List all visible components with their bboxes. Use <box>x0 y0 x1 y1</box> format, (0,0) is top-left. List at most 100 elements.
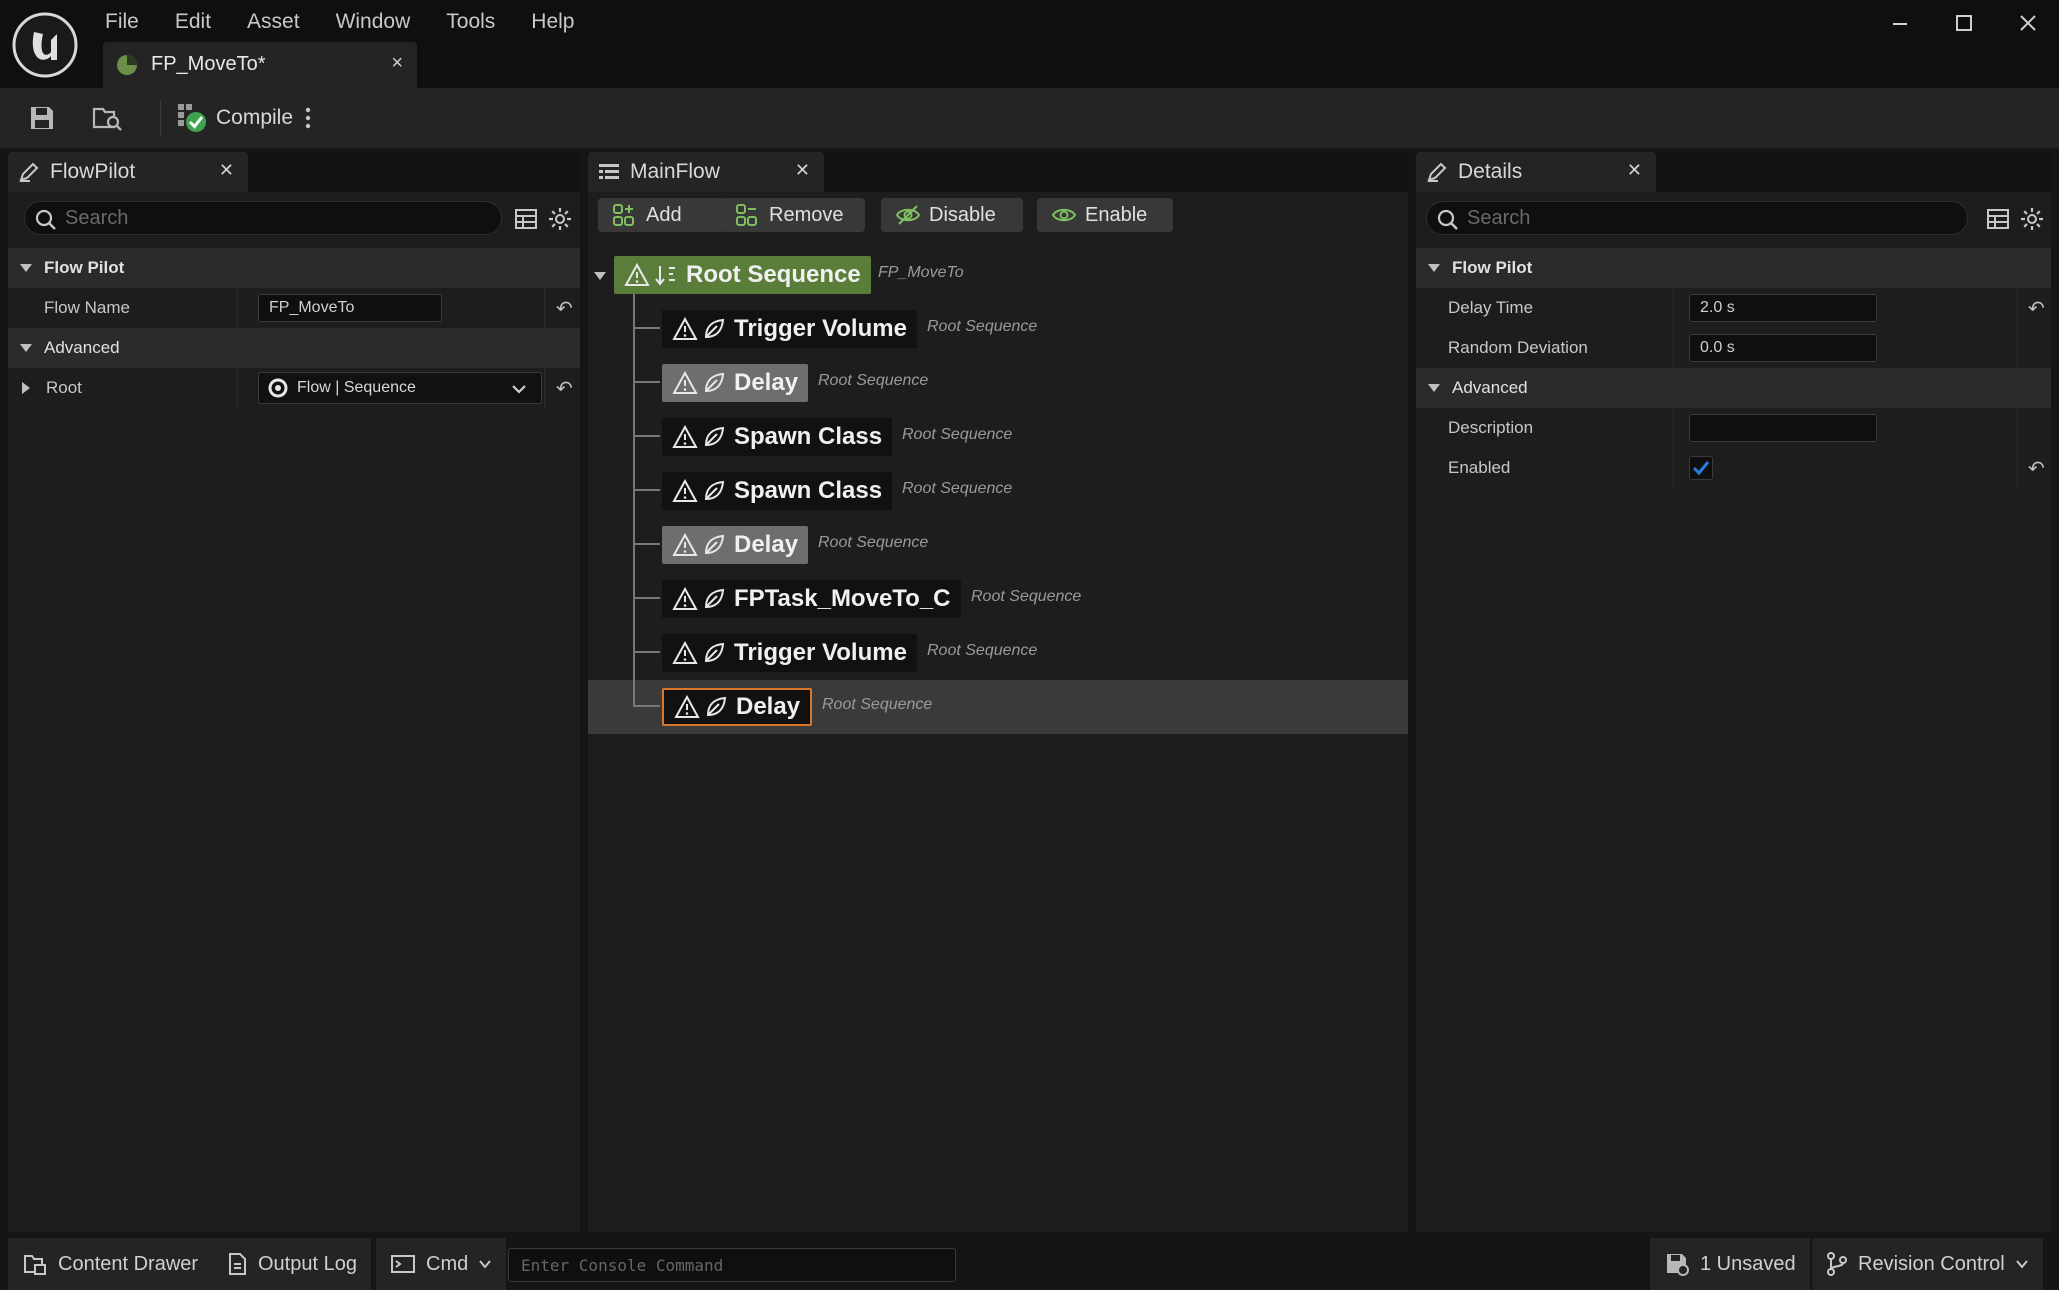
tree-node-sub: Root Sequence <box>902 426 1013 443</box>
section-flow-pilot[interactable]: Flow Pilot <box>8 248 580 288</box>
cmd-dropdown[interactable]: Cmd <box>376 1238 507 1290</box>
menu-window[interactable]: Window <box>318 6 429 38</box>
tree-node[interactable]: Delay <box>662 688 813 726</box>
tree-node[interactable]: Spawn Class <box>662 418 893 456</box>
property-enabled: Enabled ↶ <box>1416 448 2051 488</box>
description-field[interactable] <box>1689 414 1877 442</box>
details-tab-label: Details <box>1458 160 1523 183</box>
output-log-label: Output Log <box>258 1252 357 1275</box>
leaf-task-icon <box>704 318 725 339</box>
unreal-engine-logo-icon[interactable] <box>12 12 78 78</box>
table-view-icon[interactable] <box>514 208 538 230</box>
tree-node-label: Trigger Volume <box>734 639 907 666</box>
compile-label: Compile <box>216 106 294 129</box>
tree-node-sub: Root Sequence <box>818 534 929 551</box>
chevron-down-icon <box>1428 384 1440 392</box>
tree-node-label: Spawn Class <box>734 477 883 504</box>
flowpilot-tab-close-button[interactable]: ✕ <box>219 160 234 181</box>
reset-to-default-icon[interactable]: ↶ <box>556 376 573 401</box>
delay-time-label: Delay Time <box>1448 298 1534 317</box>
unsaved-button[interactable]: 1 Unsaved <box>1650 1238 1810 1290</box>
compile-options-button[interactable] <box>300 100 316 136</box>
revision-control-button[interactable]: Revision Control <box>1812 1238 2043 1290</box>
menu-asset[interactable]: Asset <box>229 6 318 38</box>
details-section-advanced[interactable]: Advanced <box>1416 368 2051 408</box>
close-window-button[interactable] <box>2004 6 2052 40</box>
save-button[interactable] <box>28 100 56 136</box>
tree-node[interactable]: Delay <box>662 526 809 564</box>
tree-node-label: Trigger Volume <box>734 315 907 342</box>
tree-node[interactable]: FPTask_MoveTo_C <box>662 580 961 618</box>
tree-node-label: Spawn Class <box>734 423 883 450</box>
details-panel: Details ✕ Flow Pilot Delay Time 2.0 s ↶ … <box>1416 152 2051 1232</box>
chevron-down-icon <box>20 264 32 272</box>
output-log-button[interactable]: Output Log <box>212 1238 371 1290</box>
property-delay-time: Delay Time 2.0 s ↶ <box>1416 288 2051 328</box>
minimize-button[interactable] <box>1876 6 1924 40</box>
revision-control-branch-icon <box>1827 1252 1847 1276</box>
flowpilot-search[interactable] <box>24 201 502 235</box>
flow-asset-icon <box>117 55 137 75</box>
section-flow-pilot-label: Flow Pilot <box>44 258 125 277</box>
warning-icon <box>672 371 698 394</box>
tree-node-label: Delay <box>736 693 801 720</box>
details-search-input[interactable] <box>1467 205 1899 231</box>
reset-to-default-icon[interactable]: ↶ <box>2028 456 2045 481</box>
flow-sequence-icon <box>268 378 288 398</box>
chevron-down-icon[interactable] <box>592 270 608 282</box>
search-icon <box>1437 209 1458 230</box>
settings-gear-icon[interactable] <box>2020 207 2044 231</box>
console-command-input[interactable] <box>508 1248 956 1282</box>
document-tab-close-button[interactable]: × <box>391 52 403 75</box>
document-tab[interactable]: FP_MoveTo* × <box>103 42 417 88</box>
tree-node[interactable]: Spawn Class <box>662 472 893 510</box>
description-label: Description <box>1448 418 1534 437</box>
flow-name-field[interactable]: FP_MoveTo <box>258 294 442 322</box>
root-sequence-node[interactable]: Root Sequence <box>614 256 871 294</box>
tab-details[interactable]: Details ✕ <box>1416 152 1656 192</box>
reset-to-default-icon[interactable]: ↶ <box>2028 296 2045 321</box>
reset-to-default-icon[interactable]: ↶ <box>556 296 573 321</box>
warning-icon <box>624 263 650 286</box>
details-tab-close-button[interactable]: ✕ <box>1627 160 1642 181</box>
leaf-task-icon <box>704 372 725 393</box>
menu-file[interactable]: File <box>87 6 157 38</box>
warning-icon <box>672 533 698 556</box>
delay-time-field[interactable]: 2.0 s <box>1689 294 1877 322</box>
random-deviation-field[interactable]: 0.0 s <box>1689 334 1877 362</box>
browse-button[interactable] <box>92 100 124 136</box>
flowpilot-search-input[interactable] <box>65 205 446 231</box>
tree-node-sub: Root Sequence <box>822 696 933 713</box>
compile-button[interactable]: Compile <box>176 100 293 136</box>
tree-node[interactable]: Trigger Volume <box>662 634 917 672</box>
enabled-checkbox[interactable] <box>1689 456 1713 480</box>
menu-edit[interactable]: Edit <box>157 6 229 38</box>
chevron-right-icon[interactable] <box>20 380 32 396</box>
details-section-flow-pilot[interactable]: Flow Pilot <box>1416 248 2051 288</box>
minimize-icon <box>1893 23 1907 25</box>
content-drawer-label: Content Drawer <box>58 1252 199 1275</box>
tree-node[interactable]: Delay <box>662 364 809 402</box>
maximize-button[interactable] <box>1940 6 1988 40</box>
compile-success-icon <box>178 104 206 132</box>
column-divider <box>2017 408 2018 448</box>
root-dropdown[interactable]: Flow | Sequence <box>258 372 542 404</box>
root-sequence-sub: FP_MoveTo <box>878 264 964 281</box>
section-advanced[interactable]: Advanced <box>8 328 580 368</box>
toolbar: Compile <box>0 88 2059 148</box>
table-view-icon[interactable] <box>1986 208 2010 230</box>
settings-gear-icon[interactable] <box>548 207 572 231</box>
tree-node-sub: Root Sequence <box>971 588 1082 605</box>
details-search[interactable] <box>1426 201 1968 235</box>
tree-node[interactable]: Trigger Volume <box>662 310 917 348</box>
content-drawer-button[interactable]: Content Drawer <box>8 1238 213 1290</box>
menu-tools[interactable]: Tools <box>428 6 513 38</box>
random-deviation-label: Random Deviation <box>1448 338 1588 357</box>
root-sequence-label: Root Sequence <box>686 261 861 288</box>
tree-node-label: Delay <box>734 369 799 396</box>
menu-bar: File Edit Asset Window Tools Help <box>87 6 593 38</box>
details-section-flow-pilot-label: Flow Pilot <box>1452 258 1533 277</box>
menu-help[interactable]: Help <box>513 6 592 38</box>
tab-flowpilot[interactable]: FlowPilot ✕ <box>8 152 248 192</box>
flowpilot-tabbar: FlowPilot ✕ <box>8 152 580 192</box>
